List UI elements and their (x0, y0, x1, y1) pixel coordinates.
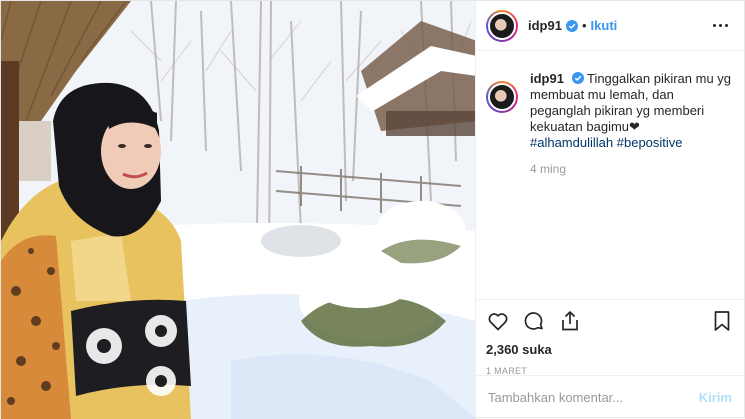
post-comment-button[interactable]: Kirim (699, 390, 732, 405)
story-ring[interactable] (486, 9, 518, 42)
likes-count[interactable]: 2,360 suka (486, 342, 734, 357)
post-photo-illustration (1, 1, 475, 419)
post-photo[interactable] (1, 1, 475, 419)
bookmark-icon[interactable] (710, 309, 734, 333)
separator-dot: • (581, 18, 587, 33)
username-link[interactable]: idp91 (528, 18, 562, 33)
caption: idp91 Tinggalkan pikiran mu yg membuat m… (530, 71, 732, 299)
caption-timestamp[interactable]: 4 ming (530, 161, 732, 177)
caption-verified-badge-icon (571, 72, 584, 84)
more-options-icon[interactable] (709, 20, 732, 31)
caption-story-ring[interactable] (486, 81, 518, 113)
comment-input[interactable] (488, 390, 699, 405)
actions-section: 2,360 suka 1 MARET (476, 299, 744, 376)
action-bar (486, 306, 734, 336)
post-header: idp91 • Ikuti (476, 1, 744, 51)
heart-icon[interactable] (486, 309, 510, 333)
instagram-post-modal: idp91 • Ikuti idp91 Tinggalkan pikiran m… (0, 0, 745, 419)
follow-button[interactable]: Ikuti (591, 18, 618, 33)
hashtag-alhamdulillah[interactable]: #alhamdulillah (530, 135, 613, 150)
comment-form: Kirim (476, 375, 744, 419)
post-sidebar: idp91 • Ikuti idp91 Tinggalkan pikiran m… (475, 1, 744, 419)
share-icon[interactable] (558, 309, 582, 333)
verified-badge-icon (565, 19, 578, 32)
avatar[interactable] (488, 11, 516, 40)
hashtag-bepositive[interactable]: #bepositive (617, 135, 683, 150)
caption-username[interactable]: idp91 (530, 71, 564, 86)
caption-avatar[interactable] (488, 83, 516, 111)
caption-area: idp91 Tinggalkan pikiran mu yg membuat m… (476, 51, 744, 299)
comment-icon[interactable] (522, 309, 546, 333)
